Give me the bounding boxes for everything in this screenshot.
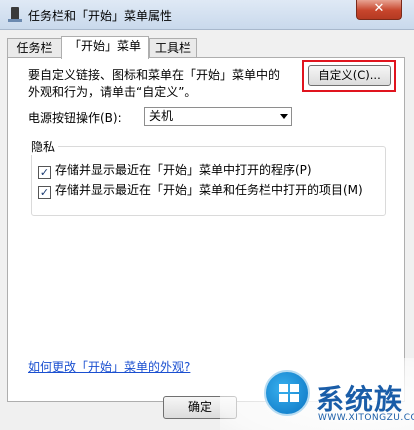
start-menu-panel: 要自定义链接、图标和菜单在「开始」菜单中的 外观和行为，请单击“自定义”。 自定… xyxy=(7,57,405,402)
power-button-value: 关机 xyxy=(149,109,174,123)
chevron-down-icon xyxy=(280,114,288,119)
tab-start-menu[interactable]: 「开始」菜单 xyxy=(61,36,149,59)
tab-toolbars[interactable]: 工具栏 xyxy=(149,38,197,58)
watermark: 系统族 WWW.XITONGZU.COM xyxy=(220,358,414,430)
windows-logo-icon xyxy=(279,384,299,402)
taskbar-properties-icon xyxy=(8,7,22,23)
window-title: 任务栏和「开始」菜单属性 xyxy=(28,9,173,23)
description-line-2: 外观和行为，请单击“自定义”。 xyxy=(28,85,197,99)
recent-items-label: 存储并显示最近在「开始」菜单和任务栏中打开的项目(M) xyxy=(55,183,363,197)
tab-taskbar[interactable]: 任务栏 xyxy=(7,38,62,58)
watermark-name: 系统族 xyxy=(316,383,404,416)
site-logo-icon xyxy=(264,370,310,416)
customize-button[interactable]: 自定义(C)... xyxy=(308,65,391,86)
power-button-select[interactable]: 关机 xyxy=(144,107,292,126)
recent-programs-checkbox[interactable]: ✓ 存储并显示最近在「开始」菜单中打开的程序(P) xyxy=(38,161,312,179)
description-line-1: 要自定义链接、图标和菜单在「开始」菜单中的 xyxy=(28,68,281,82)
watermark-url: WWW.XITONGZU.COM xyxy=(318,413,414,423)
checkmark-icon: ✓ xyxy=(38,186,51,199)
power-button-label: 电源按钮操作(B): xyxy=(28,111,122,125)
privacy-group-title: 隐私 xyxy=(28,138,59,155)
checkmark-icon: ✓ xyxy=(38,166,51,179)
recent-programs-label: 存储并显示最近在「开始」菜单中打开的程序(P) xyxy=(55,163,312,177)
tab-strip: 任务栏 「开始」菜单 工具栏 xyxy=(0,36,414,59)
customize-description: 要自定义链接、图标和菜单在「开始」菜单中的 外观和行为，请单击“自定义”。 xyxy=(28,67,298,101)
close-button[interactable]: ✕ xyxy=(356,0,402,20)
title-bar: 任务栏和「开始」菜单属性 ✕ xyxy=(0,0,414,30)
help-link[interactable]: 如何更改「开始」菜单的外观? xyxy=(28,358,190,375)
recent-items-checkbox[interactable]: ✓ 存储并显示最近在「开始」菜单和任务栏中打开的项目(M) xyxy=(38,181,363,199)
